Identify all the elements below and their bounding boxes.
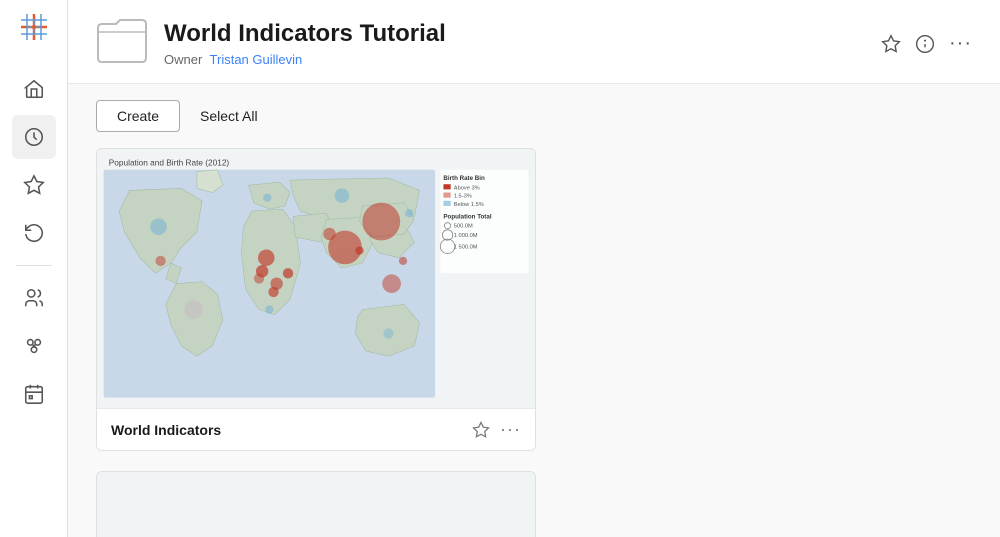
star-icon[interactable] — [881, 34, 901, 54]
map-visualization: Population and Birth Rate (2012) Birth R… — [97, 149, 535, 408]
card-preview-viz[interactable]: Population and Birth Rate (2012) Birth R… — [97, 149, 535, 409]
svg-text:Population and Birth Rate (201: Population and Birth Rate (2012) — [109, 159, 230, 168]
svg-text:1 000.0M: 1 000.0M — [454, 233, 478, 239]
sidebar-item-history[interactable] — [12, 211, 56, 255]
create-button[interactable]: Create — [96, 100, 180, 132]
extract-db-icon — [281, 533, 351, 537]
owner-label: Owner — [164, 52, 202, 67]
sidebar-item-users[interactable] — [12, 276, 56, 320]
folder-icon — [96, 18, 148, 69]
owner-name[interactable]: Tristan Guillevin — [210, 52, 303, 67]
svg-text:1.5-3%: 1.5-3% — [454, 194, 472, 200]
page-header: World Indicators Tutorial Owner Tristan … — [68, 0, 1000, 84]
main-content: World Indicators Tutorial Owner Tristan … — [68, 0, 1000, 537]
card-world-indicators-viz: Population and Birth Rate (2012) Birth R… — [96, 148, 536, 451]
page-title: World Indicators Tutorial — [164, 20, 865, 49]
app-logo[interactable] — [19, 12, 49, 47]
svg-text:500.0M: 500.0M — [454, 224, 473, 230]
card-more-icon[interactable]: ··· — [500, 419, 521, 440]
info-icon[interactable] — [915, 34, 935, 54]
header-actions: ··· — [881, 32, 972, 55]
card-footer-actions-viz: ··· — [472, 419, 521, 440]
card-world-indicators-extract: Extract Last refresh May 10, 2019, 2:21 … — [96, 471, 536, 537]
select-all-button[interactable]: Select All — [196, 101, 262, 131]
sidebar-divider — [16, 265, 52, 266]
sidebar-item-groups[interactable] — [12, 324, 56, 368]
header-info: World Indicators Tutorial Owner Tristan … — [164, 20, 865, 67]
svg-text:1 500.0M: 1 500.0M — [454, 244, 478, 250]
toolbar: Create Select All — [68, 84, 1000, 148]
svg-text:Population Total: Population Total — [443, 213, 491, 220]
card-star-icon[interactable] — [472, 421, 490, 439]
sidebar-item-home[interactable] — [12, 67, 56, 111]
card-preview-extract[interactable]: Extract Last refresh May 10, 2019, 2:21 … — [97, 472, 535, 537]
card-footer-viz: World Indicators ··· — [97, 409, 535, 450]
sidebar-item-schedules[interactable] — [12, 372, 56, 416]
extract-content: Extract Last refresh May 10, 2019, 2:21 … — [213, 472, 420, 537]
sidebar-item-recents[interactable] — [12, 115, 56, 159]
sidebar-item-favorites[interactable] — [12, 163, 56, 207]
cards-area: Population and Birth Rate (2012) Birth R… — [68, 148, 1000, 537]
header-owner: Owner Tristan Guillevin — [164, 52, 865, 67]
svg-text:Above 3%: Above 3% — [454, 185, 480, 191]
sidebar — [0, 0, 68, 537]
card-title-viz: World Indicators — [111, 422, 221, 438]
more-options-icon[interactable]: ··· — [949, 32, 972, 55]
svg-text:Below 1.5%: Below 1.5% — [454, 202, 484, 208]
svg-text:Birth Rate Bin: Birth Rate Bin — [443, 175, 485, 182]
